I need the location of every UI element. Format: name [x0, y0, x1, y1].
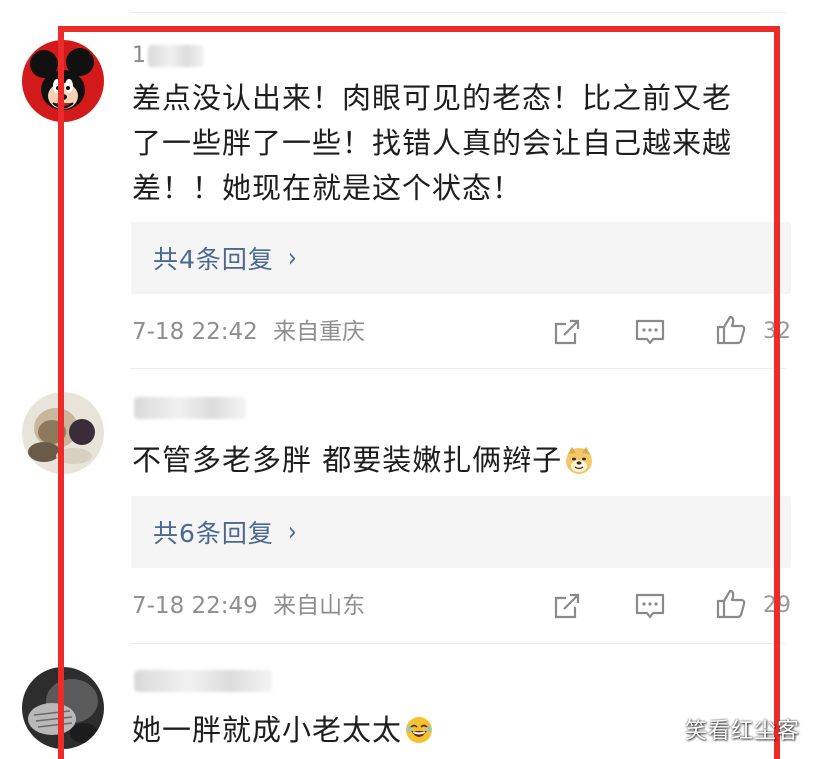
comment-text: 不管多老多胖 都要装嫩扎俩辫子: [132, 438, 792, 483]
blurred-username: [134, 397, 246, 419]
blurred-username: [148, 45, 204, 67]
username[interactable]: 1: [132, 42, 204, 70]
like-button[interactable]: [714, 587, 748, 621]
comment-meta: 7-18 22:42 来自重庆: [132, 316, 365, 348]
username[interactable]: [132, 394, 246, 422]
chevron-right-icon: ›: [287, 517, 298, 547]
divider: [130, 368, 786, 369]
blurred-username: [134, 670, 272, 692]
photo-avatar-dark-icon: [22, 667, 104, 749]
comment-meta: 7-18 22:49 来自山东: [132, 590, 365, 622]
share-button[interactable]: [550, 589, 584, 623]
share-icon: [554, 593, 580, 619]
user-avatar[interactable]: [22, 667, 104, 749]
user-avatar[interactable]: [22, 392, 104, 474]
location: 来自重庆: [273, 319, 366, 345]
divider: [130, 643, 786, 644]
user-avatar[interactable]: [22, 40, 104, 122]
chevron-right-icon: ›: [287, 243, 298, 273]
doge-emoji-icon: [564, 445, 594, 475]
comment-icon: [635, 319, 665, 345]
share-icon: [554, 319, 580, 345]
like-count: 29: [763, 593, 791, 618]
username[interactable]: [132, 667, 272, 695]
like-icon: [716, 315, 746, 345]
like-count: 32: [763, 319, 791, 344]
replies-box[interactable]: 共6条回复 ›: [131, 496, 791, 568]
share-button[interactable]: [550, 315, 584, 349]
like-button[interactable]: [714, 313, 748, 347]
view-replies-link[interactable]: 共6条回复 ›: [153, 514, 298, 550]
replies-box[interactable]: 共4条回复 ›: [131, 222, 791, 294]
location: 来自山东: [273, 593, 366, 619]
comment-button[interactable]: [633, 315, 667, 349]
comment-text: 差点没认出来！肉眼可见的老态！比之前又老 了一些胖了一些！找错人真的会让自己越来…: [132, 81, 733, 205]
comment-feed: 1 差点没认出来！肉眼可见的老态！比之前又老 了一些胖了一些！找错人真的会让自己…: [0, 0, 814, 759]
photo-avatar-icon: [22, 392, 104, 474]
like-icon: [716, 589, 746, 619]
comment-button[interactable]: [633, 589, 667, 623]
watermark: 笑看红尘客: [684, 719, 800, 744]
comment-icon: [635, 593, 665, 619]
laughing-emoji-icon: [404, 715, 434, 745]
divider: [130, 12, 786, 13]
cartoon-mouse-avatar-icon: [22, 40, 104, 122]
timestamp: 7-18 22:49: [132, 593, 258, 619]
view-replies-link[interactable]: 共4条回复 ›: [153, 240, 298, 276]
timestamp: 7-18 22:42: [132, 319, 258, 345]
